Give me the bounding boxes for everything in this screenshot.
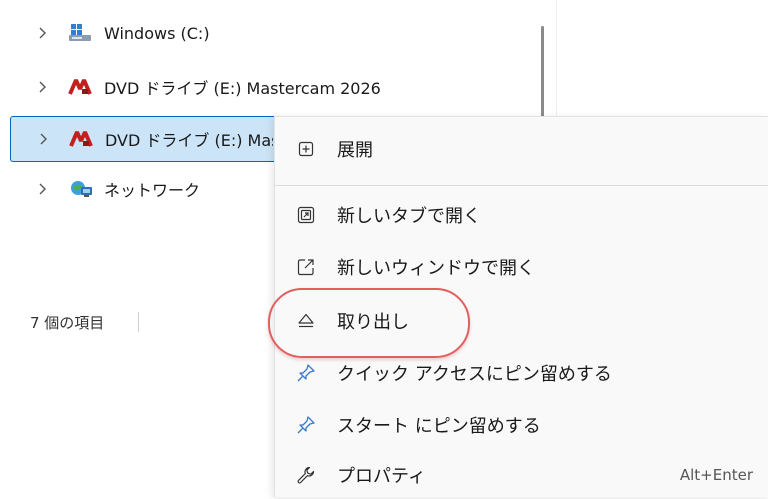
wrench-icon bbox=[295, 464, 317, 486]
tree-item-label: DVD ドライブ (E:) Mastercam 2026 bbox=[104, 79, 381, 98]
mastercam-dvd-icon bbox=[68, 77, 94, 97]
menu-item-pin-quick-access[interactable]: クイック アクセスにピン留めする bbox=[275, 349, 768, 397]
drive-icon bbox=[68, 23, 94, 43]
shortcut-label: Alt+Enter bbox=[679, 466, 753, 484]
chevron-right-icon[interactable] bbox=[36, 80, 50, 94]
scrollbar-thumb[interactable] bbox=[541, 26, 544, 118]
menu-separator bbox=[275, 185, 768, 186]
tree-item-label: ネットワーク bbox=[104, 181, 201, 200]
tree-item-dvd-drive[interactable]: DVD ドライブ (E:) Mastercam 2026 bbox=[10, 64, 528, 110]
chevron-right-icon[interactable] bbox=[37, 132, 51, 146]
new-tab-icon bbox=[295, 204, 317, 226]
scrollbar-track[interactable] bbox=[532, 8, 556, 116]
mastercam-dvd-icon bbox=[69, 129, 95, 149]
menu-item-eject[interactable]: 取り出し bbox=[275, 297, 768, 345]
context-menu: 展開 新しいタブで開く 新しいウィンドウで開く 取り出し クイック アクセスにピ… bbox=[274, 116, 768, 497]
menu-item-open-new-window[interactable]: 新しいウィンドウで開く bbox=[275, 243, 768, 291]
menu-item-expand[interactable]: 展開 bbox=[275, 125, 768, 173]
tree-item-label: DVD ドライブ (E:) Mastercam 2026 bbox=[105, 131, 273, 150]
chevron-right-icon[interactable] bbox=[36, 182, 50, 196]
menu-item-properties[interactable]: プロパティ Alt+Enter bbox=[275, 451, 768, 499]
tree-item-windows-c[interactable]: Windows (C:) bbox=[10, 10, 528, 56]
chevron-right-icon[interactable] bbox=[36, 26, 50, 40]
expand-icon bbox=[295, 138, 317, 160]
status-item-count: 7 個の項目 bbox=[30, 314, 105, 332]
menu-item-open-new-tab[interactable]: 新しいタブで開く bbox=[275, 191, 768, 239]
pane-divider bbox=[556, 0, 557, 116]
tree-item-label: Windows (C:) bbox=[104, 23, 210, 43]
pin-icon bbox=[295, 362, 317, 384]
new-window-icon bbox=[295, 256, 317, 278]
status-separator bbox=[138, 312, 139, 332]
menu-item-pin-start[interactable]: スタート にピン留めする bbox=[275, 401, 768, 449]
pin-icon bbox=[295, 414, 317, 436]
network-icon bbox=[68, 179, 94, 199]
eject-icon bbox=[295, 310, 317, 332]
